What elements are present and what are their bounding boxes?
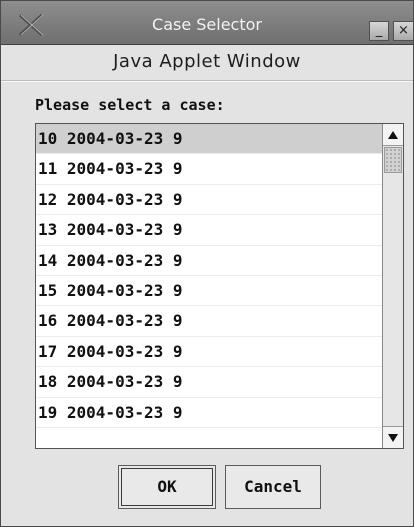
case-item[interactable]: 12 2004-03-23 9 bbox=[36, 185, 382, 216]
case-item[interactable]: 18 2004-03-23 9 bbox=[36, 367, 382, 398]
case-item[interactable]: 11 2004-03-23 9 bbox=[36, 154, 382, 185]
case-item[interactable]: 16 2004-03-23 9 bbox=[36, 306, 382, 337]
title-bar[interactable]: Case Selector _ × bbox=[1, 1, 413, 45]
case-item[interactable]: 17 2004-03-23 9 bbox=[36, 337, 382, 368]
vertical-scrollbar[interactable] bbox=[382, 124, 403, 448]
case-item[interactable]: 15 2004-03-23 9 bbox=[36, 276, 382, 307]
arrow-up-icon[interactable] bbox=[383, 124, 403, 146]
cancel-button[interactable]: Cancel bbox=[225, 465, 321, 509]
case-item[interactable]: 14 2004-03-23 9 bbox=[36, 246, 382, 276]
window-title: Case Selector bbox=[152, 15, 262, 34]
case-list[interactable]: 10 2004-03-23 9 11 2004-03-23 9 12 2004-… bbox=[36, 124, 382, 448]
arrow-down-icon[interactable] bbox=[383, 426, 403, 448]
ok-button[interactable]: OK bbox=[118, 465, 216, 509]
scrollbar-thumb[interactable] bbox=[384, 147, 402, 173]
minimize-icon[interactable]: _ bbox=[369, 21, 389, 41]
close-icon[interactable]: × bbox=[393, 21, 413, 41]
applet-window-label: Java Applet Window bbox=[113, 51, 301, 72]
separator bbox=[1, 80, 413, 82]
case-item[interactable]: 19 2004-03-23 9 bbox=[36, 398, 382, 428]
case-listbox[interactable]: 10 2004-03-23 9 11 2004-03-23 9 12 2004-… bbox=[35, 123, 404, 449]
case-selector-window: Case Selector _ × Java Applet Window Ple… bbox=[0, 0, 414, 527]
case-item[interactable]: 10 2004-03-23 9 bbox=[36, 124, 382, 155]
case-item[interactable]: 13 2004-03-23 9 bbox=[36, 215, 382, 246]
prompt-label: Please select a case: bbox=[35, 96, 225, 114]
